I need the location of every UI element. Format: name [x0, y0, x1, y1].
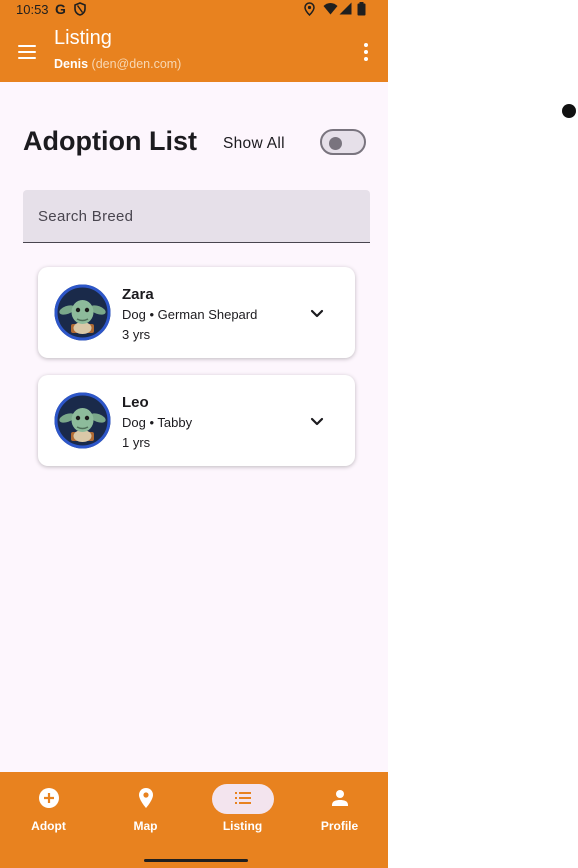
pet-age: 1 yrs — [122, 435, 151, 450]
list-icon — [234, 792, 251, 804]
user-info: Denis (den@den.com) — [54, 57, 181, 71]
nav-item-map[interactable]: Map — [97, 772, 194, 852]
page-title: Listing — [54, 27, 112, 49]
nav-label: Adopt — [31, 819, 66, 833]
pet-name: Leo — [122, 394, 149, 411]
nav-label: Profile — [320, 819, 359, 833]
location-icon — [304, 2, 315, 16]
pet-card[interactable]: Zara Dog • German Shepard 3 yrs — [38, 267, 355, 358]
toggle-knob — [329, 137, 342, 150]
menu-icon[interactable] — [16, 41, 40, 63]
wifi-icon — [323, 3, 338, 15]
bottom-navigation: Adopt Map Listing Profile — [0, 772, 388, 868]
user-name: Denis — [54, 57, 89, 71]
nav-item-adopt[interactable]: Adopt — [0, 772, 97, 852]
person-icon — [331, 790, 348, 806]
status-time: 10:53 — [16, 2, 49, 17]
nav-label: Listing — [222, 819, 263, 833]
shield-icon — [74, 2, 86, 16]
pet-species-breed: Dog • Tabby — [122, 415, 193, 430]
list-heading: Adoption List — [23, 126, 197, 156]
google-icon: G — [55, 1, 66, 17]
pet-avatar — [54, 284, 111, 341]
more-vert-icon[interactable] — [355, 40, 377, 64]
search-input[interactable] — [23, 190, 370, 242]
top-app-bar: 10:53 G Listing Denis (den@den.com) — [0, 0, 388, 82]
signal-icon — [339, 2, 352, 15]
nav-label: Map — [133, 819, 158, 833]
pet-avatar — [54, 392, 111, 449]
chevron-down-icon[interactable] — [305, 301, 329, 325]
battery-icon — [357, 2, 366, 16]
gesture-bar — [144, 859, 248, 862]
status-bar: 10:53 G — [0, 0, 388, 20]
pet-name: Zara — [122, 286, 154, 303]
pet-species-breed: Dog • German Shepard — [122, 307, 258, 322]
nav-item-profile[interactable]: Profile — [291, 772, 388, 852]
location-pin-icon — [138, 788, 153, 808]
pet-age: 3 yrs — [122, 327, 151, 342]
show-all-toggle[interactable] — [320, 129, 366, 155]
pet-card[interactable]: Leo Dog • Tabby 1 yrs — [38, 375, 355, 466]
user-email: (den@den.com) — [91, 57, 182, 71]
show-all-label: Show All — [223, 135, 285, 152]
nav-item-listing[interactable]: Listing — [194, 772, 291, 852]
indicator-dot — [562, 104, 576, 118]
phone-screen: 10:53 G Listing Denis (den@den.com) Adop… — [0, 0, 388, 868]
add-circle-icon — [38, 788, 59, 808]
search-field[interactable] — [23, 190, 370, 243]
chevron-down-icon[interactable] — [305, 409, 329, 433]
